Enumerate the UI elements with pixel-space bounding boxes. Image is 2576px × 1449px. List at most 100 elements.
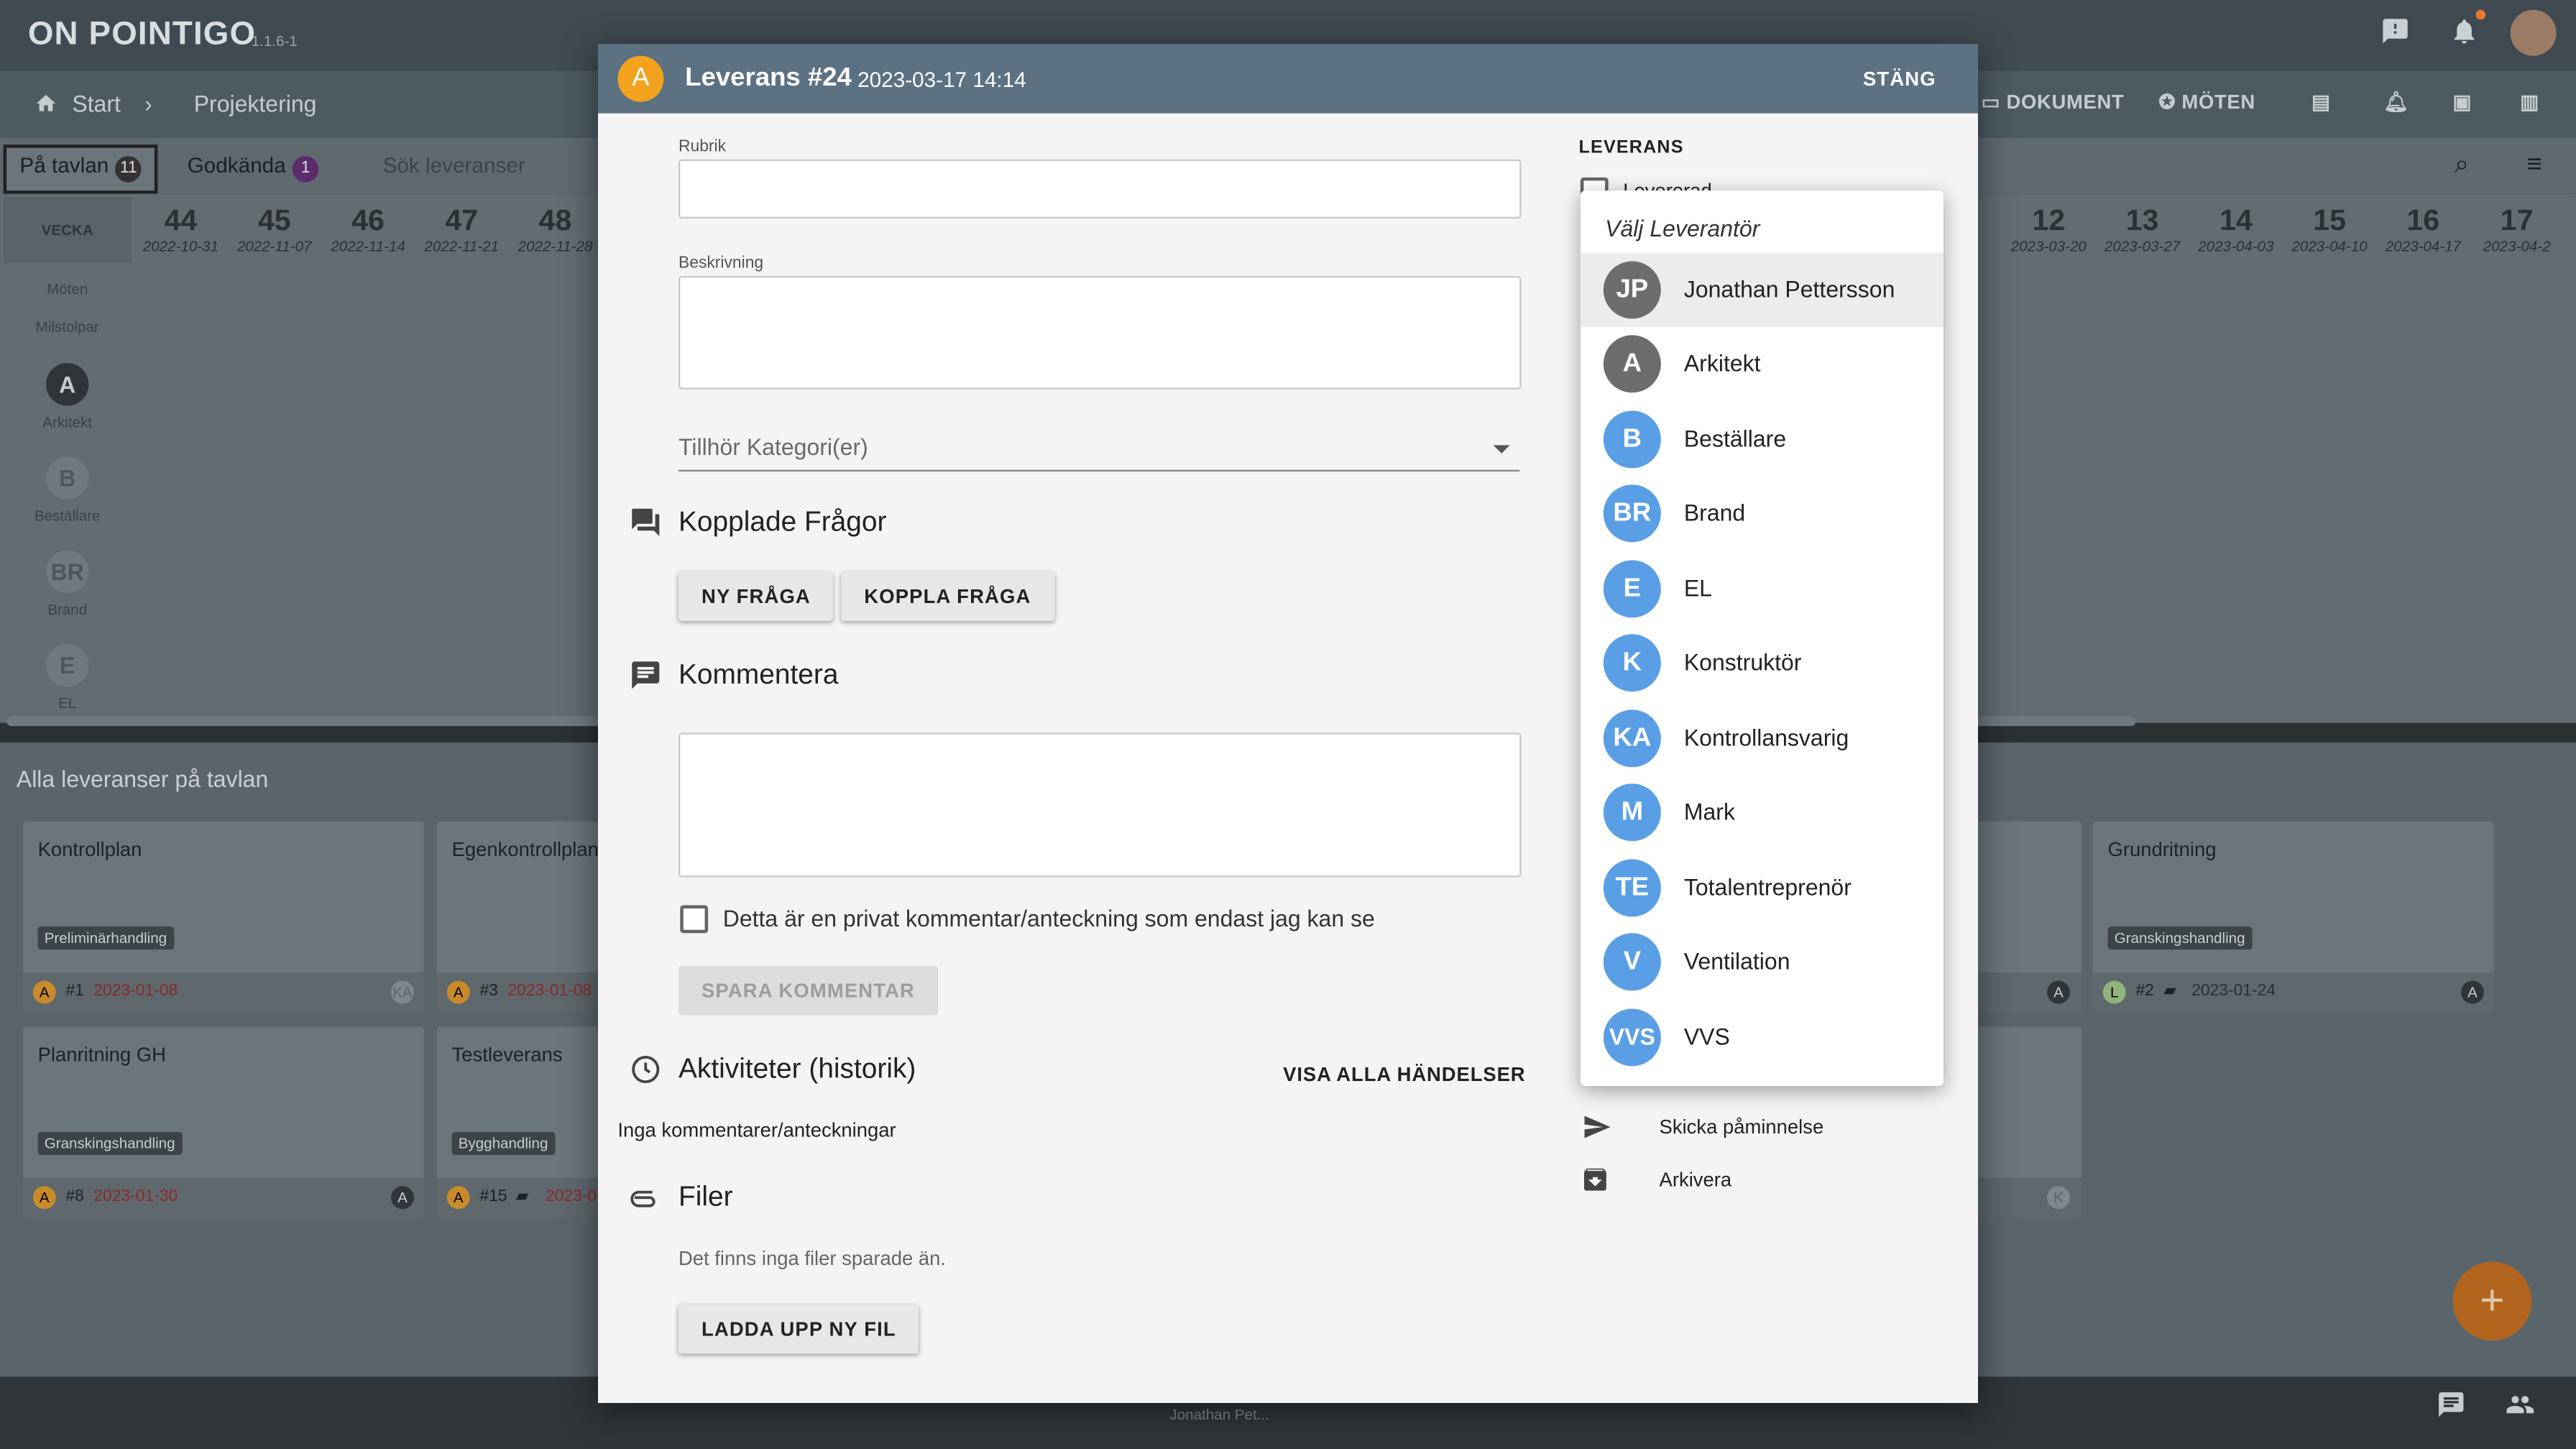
supplier-option[interactable]: BR Brand [1581,477,1944,551]
supplier-avatar[interactable]: B [45,456,89,500]
delivery-card[interactable]: K [1971,1026,2082,1218]
week-number: 46 [351,203,385,237]
add-fab-button[interactable]: + [2452,1261,2532,1341]
close-button[interactable]: STÄNG [1863,68,1936,91]
rubrik-input[interactable] [678,159,1522,218]
no-comments-text: Inga kommentarer/anteckningar [617,1118,896,1142]
card-assignee: KA [390,980,414,1004]
bell-icon[interactable]: 🔔︎ [2384,91,2410,114]
week-number: 47 [445,203,479,237]
week-date: 2023-04-03 [2198,238,2274,255]
supplier-option[interactable]: TE Totalentreprenör [1581,851,1944,925]
modal-header: A Leverans #24 2023-03-17 14:14 STÄNG [597,44,1978,114]
send-reminder-button[interactable]: Skicka påminnelse [1660,1116,1824,1138]
supplier-option[interactable]: M Mark [1581,776,1944,850]
upload-file-button[interactable]: LADDA UPP NY FIL [678,1304,919,1354]
supplier-option-name: VVS [1683,1023,1730,1050]
card-avatar: A [32,1186,56,1210]
archive-icon[interactable]: ▣ [2453,91,2472,114]
meetings-menu[interactable]: ✪ MÖTEN [2158,91,2255,114]
week-date: 2022-10-31 [142,238,219,255]
delivery-card[interactable]: Kontrollplan Preliminärhandling A #1 202… [22,821,424,1012]
week-date: 2023-04-17 [2385,238,2462,255]
filter-icon[interactable]: ≡ [2513,144,2555,187]
user-avatar[interactable] [2510,9,2557,56]
delivery-card[interactable]: Planritning GH Granskingshandling A #8 2… [22,1026,424,1218]
supplier-option-avatar: KA [1603,709,1661,768]
supplier-option[interactable]: V Ventilation [1581,925,1944,999]
comment-icon: ▰ [2163,982,2176,1000]
week-number: 15 [2313,203,2347,237]
week-date: 2022-11-07 [236,238,312,255]
supplier-option-name: Beställare [1683,425,1787,452]
supplier-avatar[interactable]: BR [45,550,89,594]
card-assignee: A [2046,980,2070,1004]
tab-approved-count: 1 [292,156,319,183]
week-col: 45 2022-11-07 [229,203,321,254]
notifications-icon[interactable] [2446,17,2482,52]
supplier-option[interactable]: K Konstruktör [1581,626,1944,700]
documents-menu[interactable]: ▭ DOKUMENT [1982,91,2125,114]
card-tag: Bygghandling [451,1131,555,1155]
supplier-option[interactable]: B Beställare [1581,402,1944,477]
supplier-option-avatar: V [1603,933,1661,991]
tab-on-board-label: På tavlan [19,152,109,178]
chat-icon[interactable] [2437,1390,2466,1428]
category-select-placeholder: Tillhör Kategori(er) [678,433,868,460]
search-icon[interactable]: ⌕ [2442,144,2483,187]
supplier-option[interactable]: JP Jonathan Pettersson [1580,252,1944,327]
archive-button[interactable]: Arkivera [1660,1168,1732,1191]
beskrivning-textarea[interactable] [678,275,1522,390]
private-comment-checkbox[interactable] [680,905,709,934]
breadcrumb-start[interactable]: Start [33,90,121,117]
breadcrumb-start-label: Start [72,90,121,117]
category-select[interactable]: Tillhör Kategori(er) [678,433,1520,472]
people-icon[interactable] [2503,1390,2536,1428]
save-comment-button[interactable]: SPARA KOMMENTAR [678,965,938,1016]
card-number: #8 [65,1187,84,1206]
comment-textarea[interactable] [678,732,1522,878]
new-question-button[interactable]: NY FRÅGA [678,571,834,621]
tab-on-board[interactable]: På tavlan 11 [3,144,158,194]
week-col: 46 2022-11-14 [322,203,414,254]
supplier-avatar[interactable]: E [45,643,89,687]
panel-toggle-icon[interactable]: ▥ [2520,91,2539,114]
week-col: 44 2022-10-31 [134,203,226,254]
link-question-button[interactable]: KOPPLA FRÅGA [841,571,1054,621]
private-comment-label: Detta är en privat kommentar/anteckning … [722,905,1375,932]
chevron-right-icon: › [144,90,152,117]
week-date: 2023-04-10 [2291,238,2368,255]
show-all-events-button[interactable]: VISA ALLA HÄNDELSER [1283,1063,1525,1086]
week-label: VECKA [3,197,132,263]
feedback-icon[interactable] [2377,17,2413,52]
supplier-option-name: Mark [1683,798,1735,825]
delivery-card[interactable]: A [1971,821,2082,1012]
card-number: #1 [65,982,84,1000]
folder-icon: ▭ [1981,90,2007,114]
delivery-card[interactable]: Egenkontrollplan A #3 2023-01-08 [436,821,602,1012]
supplier-option[interactable]: VVS VVS [1581,1000,1944,1075]
rubrik-label: Rubrik [678,137,727,157]
comment-title: Kommentera [678,658,839,690]
delivery-card[interactable]: Testleverans Bygghandling A #15 ▰ 2023-0 [436,1026,602,1218]
supplier-option-avatar: VVS [1603,1008,1661,1067]
breadcrumb-project[interactable]: Projektering [194,91,317,117]
documents-label: DOKUMENT [2006,90,2125,114]
app-logo[interactable]: ON POINTIGO [28,17,256,55]
week-date: 2023-03-27 [2104,238,2181,255]
supplier-option[interactable]: A Arkitekt [1581,327,1944,401]
card-assignee: K [2046,1186,2070,1210]
supplier-row-label: Brand [47,601,88,618]
tab-approved[interactable]: Godkända 1 [174,144,331,187]
delivery-card[interactable]: Grundritning Granskingshandling L #2 ▰ 2… [2092,821,2494,1012]
supplier-avatar[interactable]: A [45,363,89,406]
tab-search[interactable]: Sök leveranser [369,144,538,187]
list-view-icon[interactable]: ▤ [2312,91,2331,114]
supplier-option-name: Kontrollansvarig [1683,724,1849,751]
attachment-icon [629,1181,662,1214]
supplier-option[interactable]: KA Kontrollansvarig [1581,702,1944,776]
supplier-option[interactable]: E EL [1581,552,1944,626]
card-footer: A [1971,972,2082,1012]
week-col: 47 2022-11-21 [415,203,507,254]
week-col: 15 2023-04-10 [2283,203,2375,254]
